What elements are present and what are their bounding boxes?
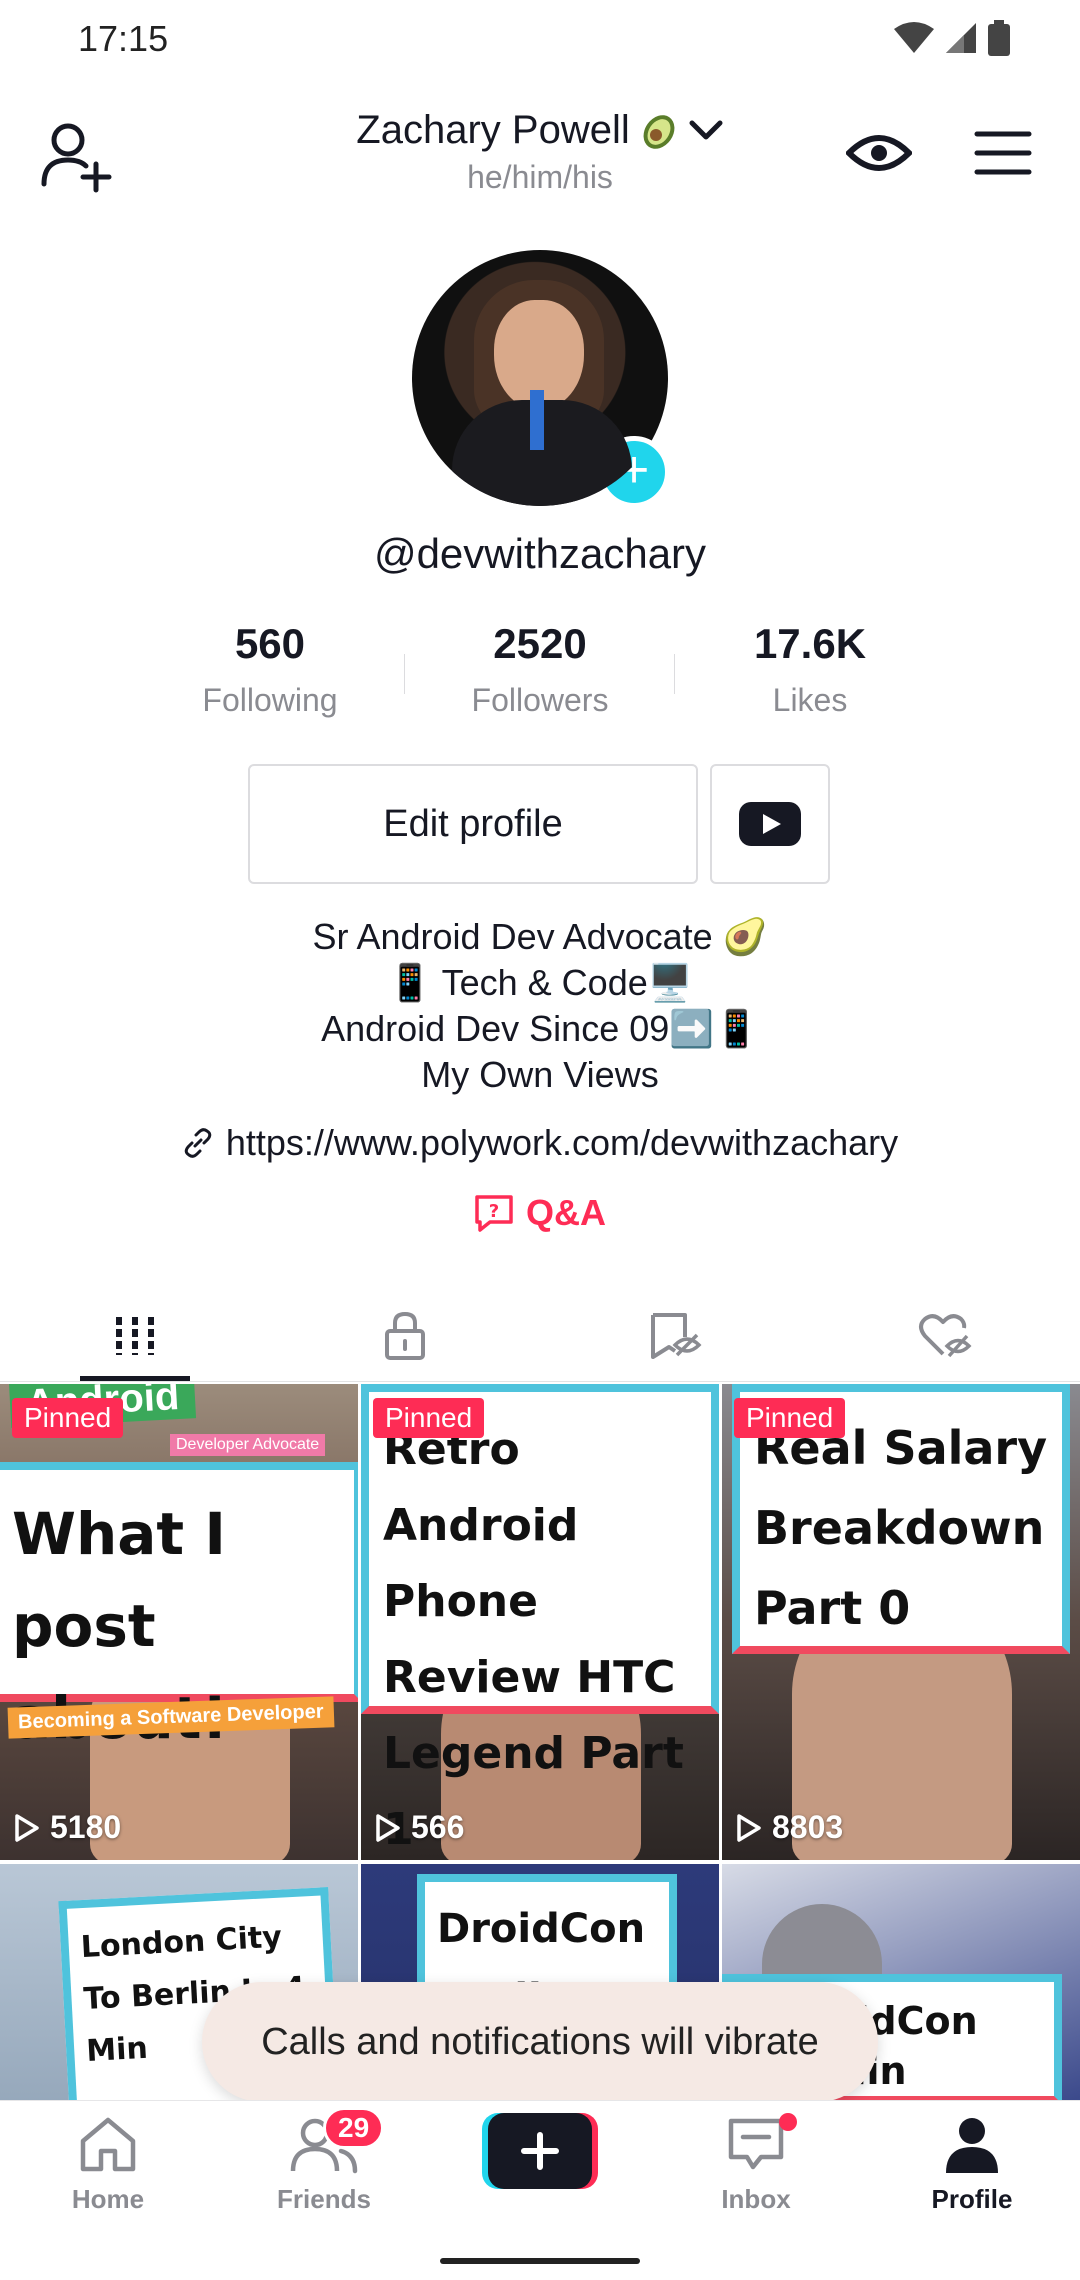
- question-bubble-icon: ?: [475, 1195, 513, 1232]
- video-title: Retro Android Phone Review HTC Legend Pa…: [383, 1424, 684, 1855]
- notification-badge: 29: [323, 2107, 385, 2149]
- link-text: https://www.polywork.com/devwithzachary: [225, 1122, 899, 1163]
- status-icons: [894, 20, 1010, 56]
- profile-link[interactable]: https://www.polywork.com/devwithzachary: [0, 1122, 1080, 1164]
- nav-inbox[interactable]: Inbox: [648, 2113, 864, 2215]
- divider: [674, 654, 675, 694]
- profile-pronouns: he/him/his: [467, 159, 613, 195]
- nav-label: Friends: [277, 2184, 371, 2214]
- play-icon: [737, 1813, 761, 1842]
- nav-label: Inbox: [721, 2184, 791, 2214]
- video-thumbnail[interactable]: Android Developer Advocate What I post a…: [0, 1384, 358, 1860]
- bottom-nav: Home 29 Friends Inbox Profile: [0, 2100, 1080, 2280]
- status-bar: 17:15: [0, 0, 1080, 84]
- profile-stats: 560 Following 2520 Followers 17.6K Likes: [0, 620, 1080, 730]
- wifi-icon: [894, 22, 934, 53]
- nav-label: Home: [71, 2184, 145, 2214]
- tab-liked[interactable]: [810, 1290, 1080, 1382]
- menu-icon[interactable]: [974, 128, 1032, 178]
- home-icon: [80, 2117, 136, 2172]
- battery-icon: [988, 20, 1010, 56]
- eye-icon[interactable]: [846, 128, 912, 178]
- nav-profile[interactable]: Profile: [864, 2115, 1080, 2215]
- toast-message: Calls and notifications will vibrate: [202, 1982, 878, 2102]
- video-thumbnail[interactable]: Retro Android Phone Review HTC Legend Pa…: [361, 1384, 719, 1860]
- nav-label: Profile: [931, 2184, 1013, 2214]
- hidden-heart-icon: [919, 1314, 972, 1358]
- view-count: 8803: [736, 1809, 843, 1846]
- avatar[interactable]: [412, 250, 668, 506]
- tab-videos[interactable]: [0, 1290, 270, 1382]
- stat-label: Followers: [471, 682, 609, 718]
- tab-private[interactable]: [270, 1290, 540, 1382]
- qa-button[interactable]: ? Q&A: [0, 1192, 1080, 1234]
- pinned-badge: Pinned: [12, 1398, 124, 1438]
- sub-tag: Developer Advocate: [170, 1434, 326, 1456]
- view-count-value: 8803: [772, 1809, 844, 1845]
- profile-username: Zachary Powell: [356, 108, 630, 152]
- svg-text:?: ?: [489, 1201, 499, 1222]
- pinned-badge: Pinned: [373, 1398, 485, 1438]
- link-icon: [184, 1128, 212, 1158]
- nav-home[interactable]: Home: [0, 2115, 216, 2215]
- qa-label: Q&A: [526, 1192, 606, 1233]
- bio-line: Android Dev Since 09➡️📱: [321, 1008, 759, 1049]
- bio-line: 📱 Tech & Code🖥️: [387, 962, 693, 1003]
- stat-value: 2520: [493, 620, 587, 667]
- view-count: 566: [375, 1809, 464, 1846]
- edit-profile-button[interactable]: Edit profile: [248, 764, 698, 884]
- stat-following[interactable]: 560 Following: [140, 620, 400, 719]
- stat-value: 560: [234, 620, 306, 667]
- profile-header: Zachary Powell he/him/his: [0, 100, 1080, 210]
- play-icon: [15, 1813, 39, 1842]
- plus-icon: [482, 2113, 598, 2189]
- video-title: Real Salary Breakdown Part 0: [754, 1421, 1048, 1635]
- view-count: 5180: [14, 1809, 121, 1846]
- avocado-emoji-icon: [643, 114, 675, 149]
- bio-line: Sr Android Dev Advocate 🥑: [312, 916, 768, 957]
- divider: [404, 654, 405, 694]
- view-count-value: 566: [411, 1809, 465, 1845]
- grid-icon: [116, 1317, 154, 1355]
- youtube-icon: [739, 802, 801, 846]
- play-icon: [376, 1813, 400, 1842]
- active-tab-indicator: [80, 1376, 190, 1381]
- stat-value: 17.6K: [753, 620, 867, 667]
- home-indicator: [440, 2258, 640, 2264]
- video-thumbnail[interactable]: Real Salary Breakdown Part 0 Pinned 8803: [722, 1384, 1080, 1860]
- pinned-badge: Pinned: [734, 1398, 846, 1438]
- account-switcher[interactable]: Zachary Powell he/him/his: [0, 108, 1080, 196]
- tab-favorites[interactable]: [540, 1290, 810, 1382]
- nav-friends[interactable]: 29 Friends: [216, 2107, 432, 2215]
- youtube-button[interactable]: [710, 764, 830, 884]
- signal-icon: [946, 23, 976, 53]
- status-time: 17:15: [78, 18, 169, 59]
- profile-icon: [946, 2118, 998, 2173]
- profile-tabs: [0, 1290, 1080, 1382]
- profile-handle: @devwithzachary: [373, 530, 707, 577]
- chevron-down-icon: [689, 120, 723, 139]
- bio-line: My Own Views: [421, 1054, 659, 1095]
- profile-bio: Sr Android Dev Advocate 🥑 📱 Tech & Code🖥…: [0, 914, 1080, 1098]
- unread-dot: [779, 2113, 797, 2131]
- stat-label: Likes: [772, 682, 848, 718]
- view-count-value: 5180: [50, 1809, 122, 1845]
- stat-followers[interactable]: 2520 Followers: [410, 620, 670, 719]
- create-button[interactable]: [482, 2113, 598, 2189]
- stat-likes[interactable]: 17.6K Likes: [680, 620, 940, 719]
- stat-label: Following: [202, 682, 338, 718]
- lock-icon: [385, 1311, 425, 1360]
- inbox-icon: [728, 2118, 784, 2170]
- hidden-bookmark-icon: [651, 1313, 702, 1359]
